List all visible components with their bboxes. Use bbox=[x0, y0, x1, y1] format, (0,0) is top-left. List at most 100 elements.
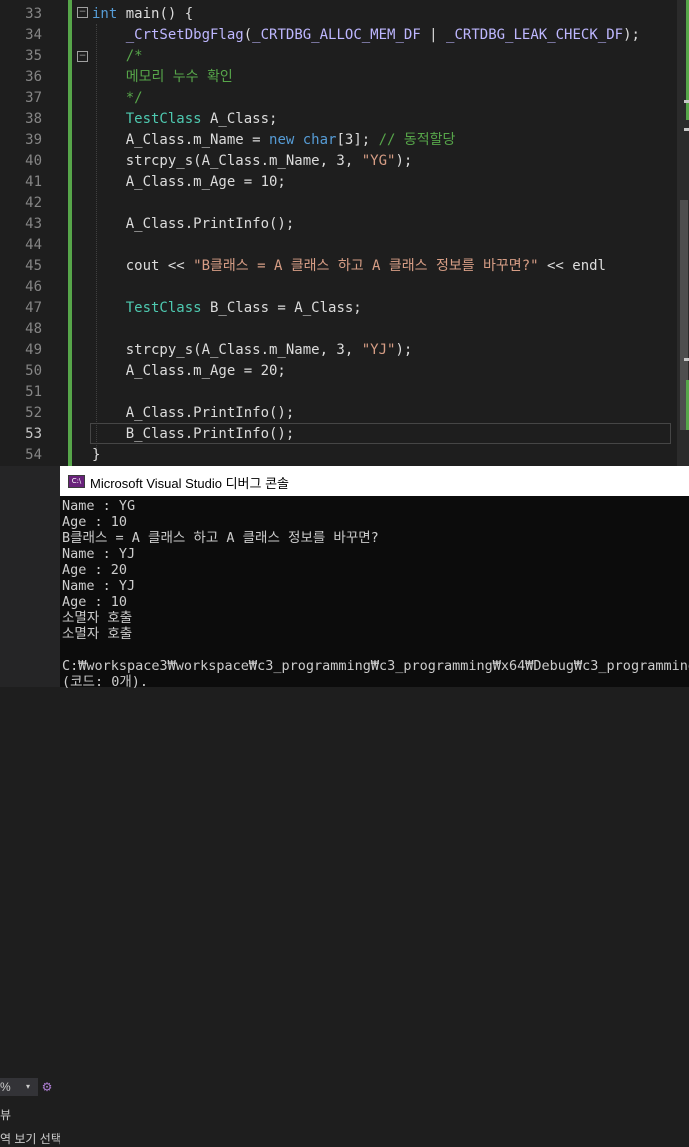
code-token: strcpy_s(A_Class.m_Name, 3, bbox=[92, 153, 362, 169]
scrollbar-caret-marker bbox=[684, 358, 689, 361]
code-line[interactable]: _CrtSetDbgFlag(_CRTDBG_ALLOC_MEM_DF | _C… bbox=[92, 25, 640, 46]
code-token: A_Class.m_Name = bbox=[92, 132, 270, 148]
line-number: 48 bbox=[25, 321, 42, 337]
line-number: 43 bbox=[25, 216, 42, 232]
line-number: 44 bbox=[25, 237, 42, 253]
console-app-icon: C:\ bbox=[68, 475, 85, 488]
zoom-dropdown[interactable]: % ▾ bbox=[0, 1078, 38, 1096]
code-token: char bbox=[302, 132, 337, 148]
code-token: "B클래스 = A 클래스 하고 A 클래스 정보를 바꾸면?" bbox=[193, 258, 539, 274]
line-number: 45 bbox=[25, 258, 42, 274]
code-token: // 동적할당 bbox=[378, 132, 456, 148]
fold-toggle-icon[interactable]: − bbox=[77, 7, 88, 18]
scrollbar-marker bbox=[684, 100, 689, 103]
code-line[interactable]: strcpy_s(A_Class.m_Name, 3, "YG"); bbox=[92, 151, 413, 172]
code-token: "YJ" bbox=[361, 342, 396, 358]
code-line[interactable]: A_Class.m_Age = 20; bbox=[92, 361, 286, 382]
code-token: int bbox=[92, 6, 118, 22]
console-title: Microsoft Visual Studio 디버그 콘솔 bbox=[90, 476, 290, 491]
console-output-line: Name : YJ bbox=[62, 578, 136, 594]
console-output-line: 소멸자 호출 bbox=[62, 610, 133, 626]
code-token: A_Class.m_Age = 10; bbox=[92, 174, 286, 190]
code-line[interactable]: A_Class.m_Name = new char[3]; // 동적할당 bbox=[92, 130, 456, 151]
console-output-line: Age : 10 bbox=[62, 514, 128, 530]
left-side-panel: % ▾ ⚙ 뷰 역 보기 선택 bbox=[0, 466, 60, 1146]
code-token: main() { bbox=[117, 6, 194, 22]
code-token: /* bbox=[125, 48, 143, 64]
line-number: 41 bbox=[25, 174, 42, 190]
code-token: 메모리 누수 확인 bbox=[125, 69, 233, 85]
code-line[interactable]: 메모리 누수 확인 bbox=[92, 67, 233, 88]
code-token: _CRTDBG_LEAK_CHECK_DF bbox=[446, 27, 624, 43]
panel-label-view-select[interactable]: 역 보기 선택 bbox=[0, 1130, 60, 1147]
console-output-line: Age : 10 bbox=[62, 594, 128, 610]
code-token: */ bbox=[125, 90, 143, 106]
line-number: 40 bbox=[25, 153, 42, 169]
code-token: strcpy_s(A_Class.m_Name, 3, bbox=[92, 342, 362, 358]
chevron-down-icon: ▾ bbox=[26, 1082, 31, 1091]
console-title-bar[interactable]: C:\ Microsoft Visual Studio 디버그 콘솔 bbox=[60, 466, 689, 496]
console-output-line: C:₩workspace3₩workspace₩c3_programming₩c… bbox=[62, 658, 689, 674]
scrollbar-marker bbox=[684, 128, 689, 131]
code-token: B_Class = A_Class; bbox=[201, 300, 362, 316]
code-line[interactable]: B_Class.PrintInfo(); bbox=[92, 424, 295, 445]
console-output-line: Age : 20 bbox=[62, 562, 128, 578]
code-token: B_Class.PrintInfo(); bbox=[92, 426, 295, 442]
code-line[interactable]: */ bbox=[92, 88, 143, 109]
line-number: 36 bbox=[25, 69, 42, 85]
code-token: A_Class.m_Age = 20; bbox=[92, 363, 286, 379]
zoom-value: % bbox=[0, 1080, 11, 1094]
line-number: 39 bbox=[25, 132, 42, 148]
code-token: "YG" bbox=[361, 153, 396, 169]
line-number: 51 bbox=[25, 384, 42, 400]
line-number: 54 bbox=[25, 447, 42, 463]
code-token: [3]; bbox=[336, 132, 379, 148]
line-number: 52 bbox=[25, 405, 42, 421]
line-number: 49 bbox=[25, 342, 42, 358]
code-token: ); bbox=[395, 153, 413, 169]
code-line[interactable]: cout << "B클래스 = A 클래스 하고 A 클래스 정보를 바꾸면?"… bbox=[92, 256, 606, 277]
code-token: TestClass bbox=[125, 111, 202, 127]
code-line[interactable]: TestClass B_Class = A_Class; bbox=[92, 298, 362, 319]
code-line[interactable]: } bbox=[92, 445, 100, 466]
code-token: cout << bbox=[92, 258, 194, 274]
line-number: 53 bbox=[25, 426, 42, 442]
console-output-line: Name : YJ bbox=[62, 546, 136, 562]
code-token: ( bbox=[243, 27, 253, 43]
code-line[interactable]: strcpy_s(A_Class.m_Name, 3, "YJ"); bbox=[92, 340, 413, 361]
code-line[interactable]: A_Class.PrintInfo(); bbox=[92, 214, 295, 235]
code-token: new bbox=[269, 132, 295, 148]
console-output-line: (코드: 0개). bbox=[62, 674, 149, 690]
line-number-gutter: 33 34 35 36 37 38 39 40 41 42 43 44 45 46 47 48 49 50 51 52… bbox=[0, 0, 60, 466]
code-line[interactable]: A_Class.m_Age = 10; bbox=[92, 172, 286, 193]
code-token: A_Class; bbox=[201, 111, 278, 127]
console-output-line: Name : YG bbox=[62, 498, 136, 514]
line-number: 38 bbox=[25, 111, 42, 127]
code-line[interactable]: int main() { bbox=[92, 4, 193, 25]
code-line[interactable]: TestClass A_Class; bbox=[92, 109, 278, 130]
code-token: } bbox=[92, 447, 101, 463]
code-token: << endl bbox=[538, 258, 606, 274]
code-line[interactable]: /* bbox=[92, 46, 143, 67]
code-editor[interactable]: 33 34 35 36 37 38 39 40 41 42 43 44 45 46 47 48 49 50 51 52… bbox=[0, 0, 689, 466]
console-output-line: B클래스 = A 클래스 하고 A 클래스 정보를 바꾸면? bbox=[62, 530, 379, 546]
console-output-line: 소멸자 호출 bbox=[62, 626, 133, 642]
code-line[interactable]: A_Class.PrintInfo(); bbox=[92, 403, 295, 424]
line-number: 42 bbox=[25, 195, 42, 211]
change-tracking-bar bbox=[68, 0, 72, 466]
line-number: 35 bbox=[25, 48, 42, 64]
code-token: _CrtSetDbgFlag bbox=[125, 27, 244, 43]
console-output[interactable]: Name : YG Age : 10 B클래스 = A 클래스 하고 A 클래스 정… bbox=[60, 498, 689, 690]
fold-toggle-icon[interactable]: − bbox=[77, 51, 88, 62]
code-token: | bbox=[420, 27, 447, 43]
feedback-icon[interactable]: ⚙ bbox=[38, 1078, 56, 1096]
code-token: TestClass bbox=[125, 300, 202, 316]
line-number: 47 bbox=[25, 300, 42, 316]
